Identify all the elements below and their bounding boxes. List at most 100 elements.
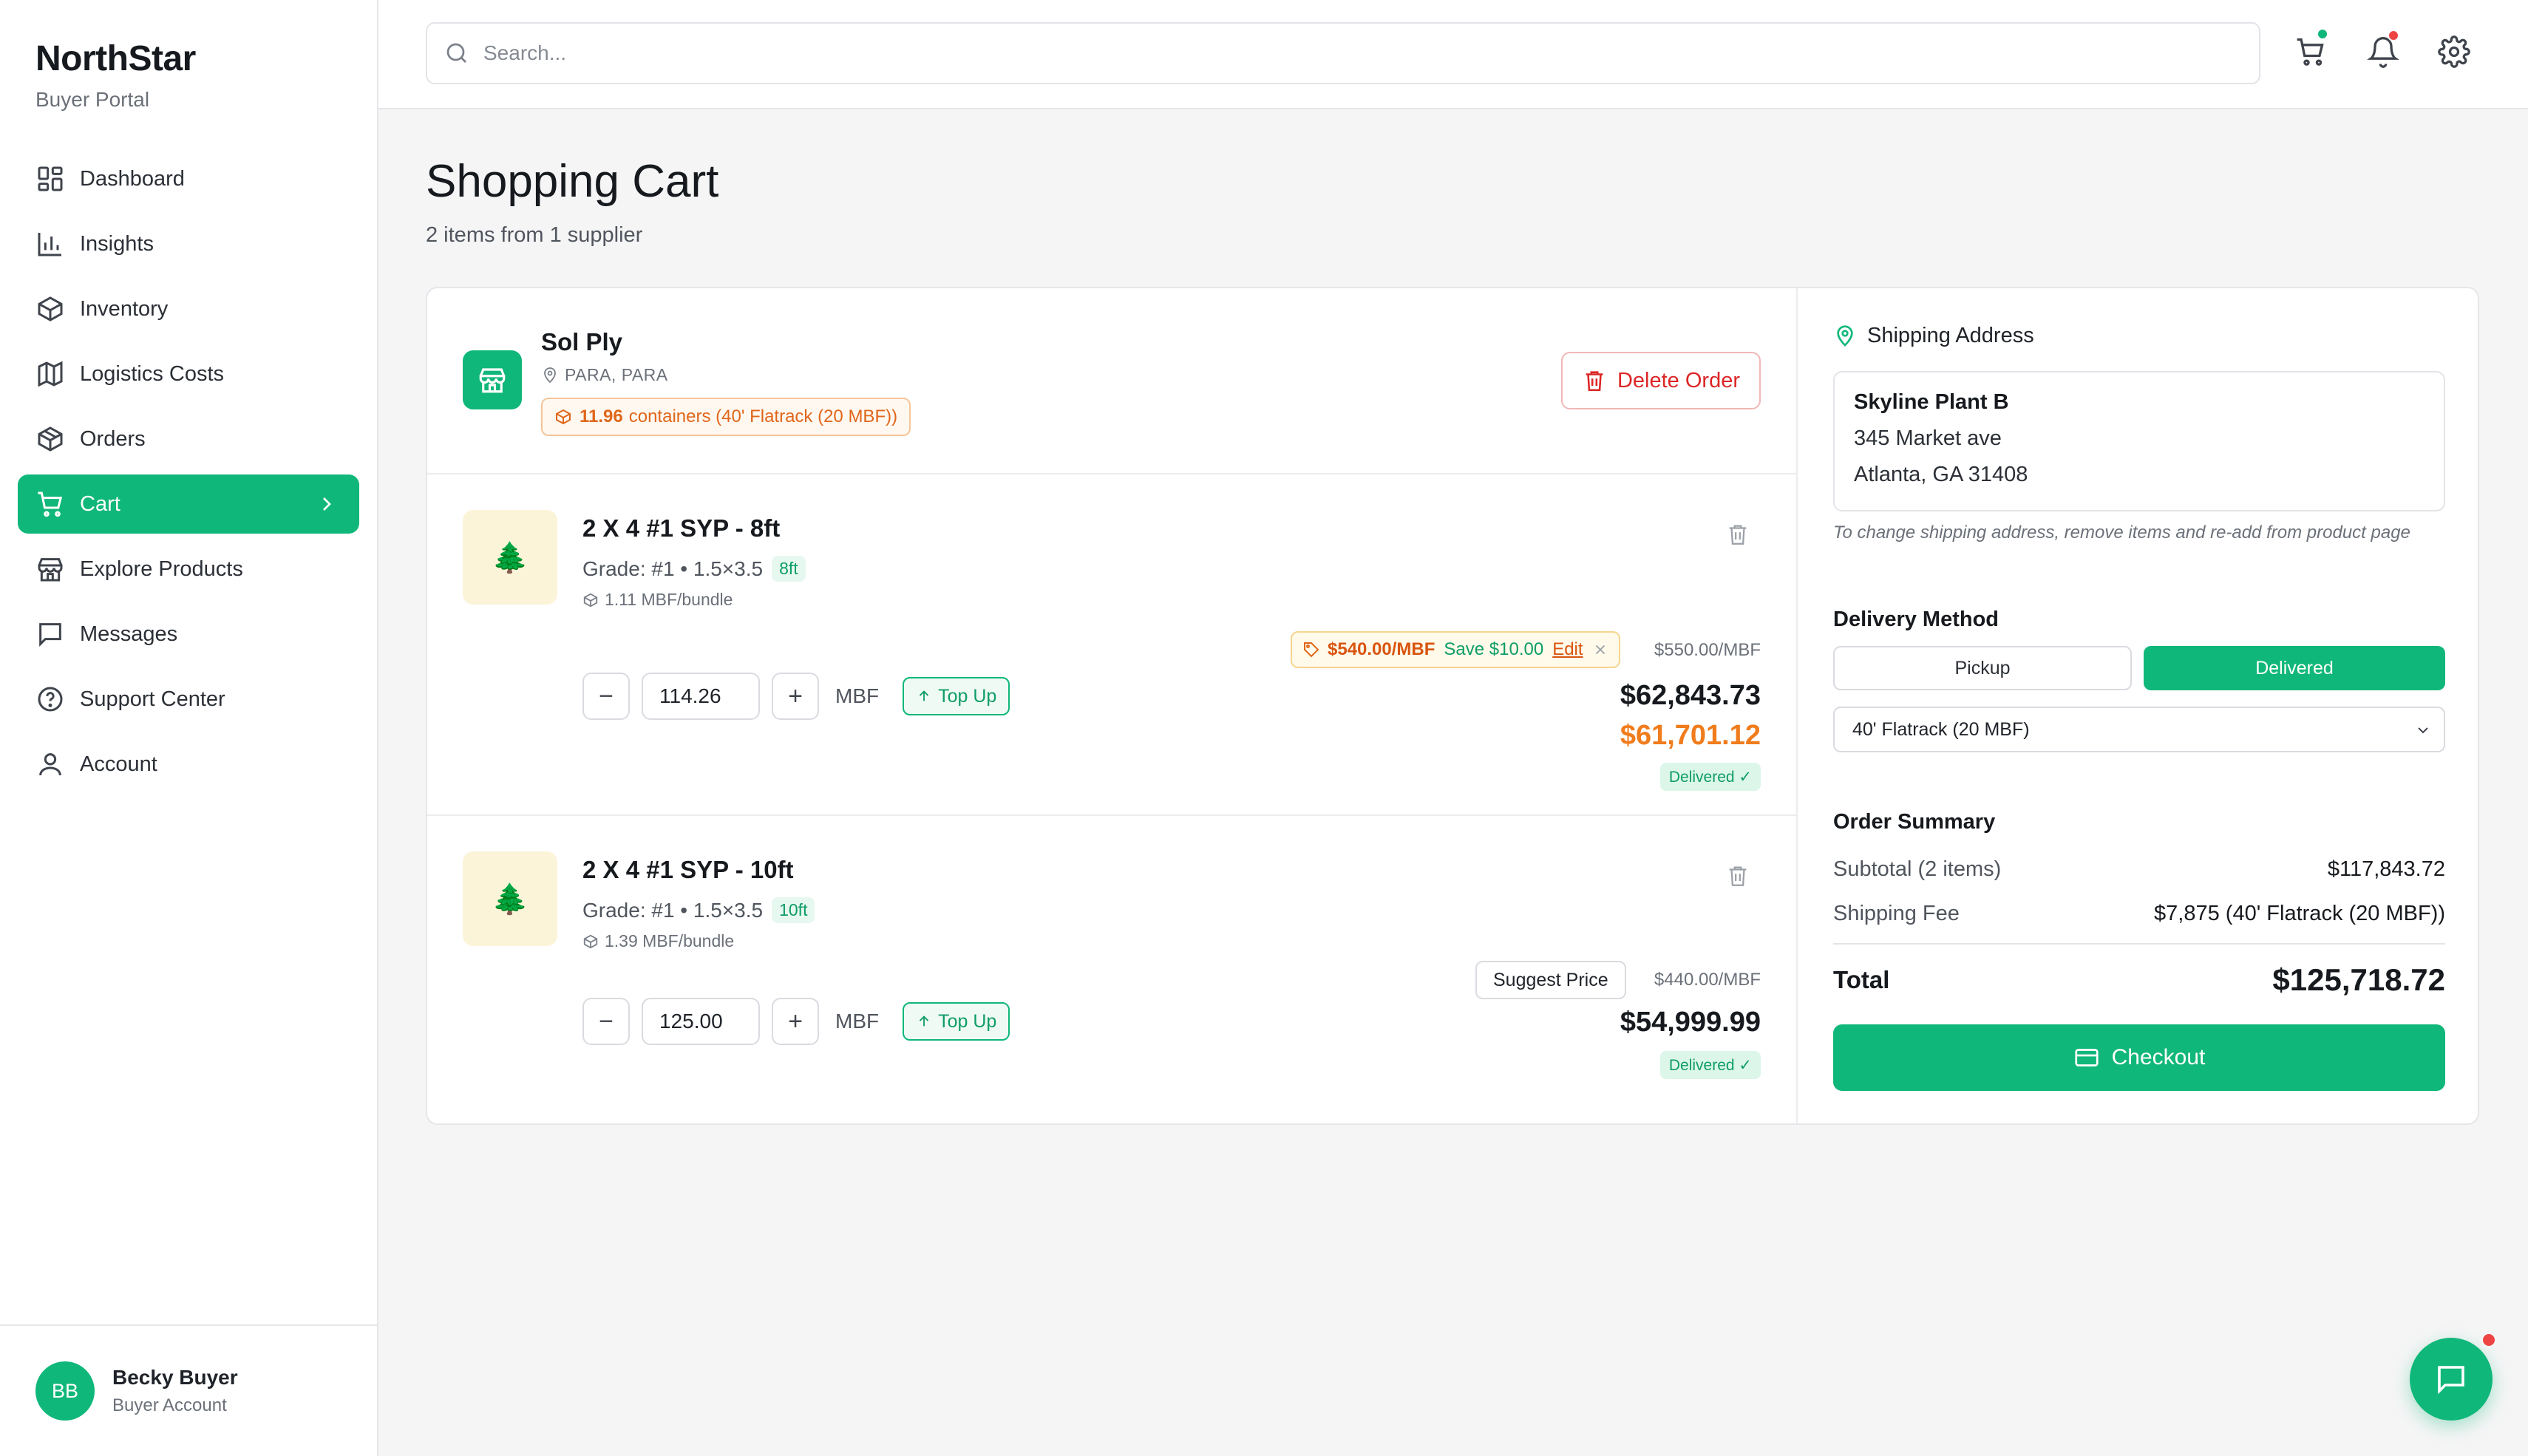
- shipping-address-title: Shipping Address: [1867, 324, 2034, 347]
- sidebar-item-label: Insights: [80, 231, 154, 256]
- remove-item-icon[interactable]: [1725, 522, 1750, 547]
- sidebar-item-explore-products[interactable]: Explore Products: [18, 540, 359, 599]
- help-circle-icon: [38, 687, 63, 712]
- total-label: Total: [1833, 966, 1890, 993]
- user-name: Becky Buyer: [112, 1366, 238, 1389]
- credit-card-icon: [2075, 1049, 2099, 1067]
- list-price: $550.00/MBF: [1654, 640, 1761, 660]
- address-line-1: 345 Market ave: [1854, 426, 2002, 450]
- notifications-button[interactable]: [2367, 30, 2399, 68]
- pine-tree-icon: 🌲: [492, 541, 529, 574]
- sidebar-item-orders[interactable]: Orders: [18, 409, 359, 469]
- cart-items-panel: Sol Ply PARA, PARA 11.96 containers (40'…: [427, 288, 1796, 1123]
- page-subtitle: 2 items from 1 supplier: [426, 223, 643, 247]
- close-icon[interactable]: [1592, 642, 1608, 658]
- offer-price: $540.00/MBF: [1328, 639, 1435, 659]
- sidebar-item-dashboard[interactable]: Dashboard: [18, 149, 359, 208]
- sidebar-item-label: Support Center: [80, 687, 225, 711]
- box-icon: [556, 409, 571, 425]
- chat-icon: [2438, 1366, 2464, 1395]
- sidebar-item-logistics-costs[interactable]: Logistics Costs: [18, 344, 359, 404]
- delivery-method-title: Delivery Method: [1833, 608, 1999, 631]
- increment-button[interactable]: +: [772, 673, 819, 720]
- product-thumbnail: 🌲: [463, 510, 557, 605]
- delete-order-label: Delete Order: [1617, 368, 1740, 392]
- sidebar-item-support-center[interactable]: Support Center: [18, 670, 359, 729]
- store-icon: [479, 368, 506, 393]
- container-text: containers (40' Flatrack (20 MBF)): [628, 406, 898, 426]
- cart-icon: [38, 491, 63, 517]
- shipping-fee-row: Shipping Fee $7,875 (40' Flatrack (20 MB…: [1833, 902, 2445, 926]
- item-grade-text: Grade: #1 • 1.5×3.5: [582, 898, 764, 922]
- map-pin-icon: [1837, 324, 1853, 347]
- cart-item: 🌲 2 X 4 #1 SYP - 8ft Grade: #1 • 1.5×3.5…: [427, 476, 1796, 816]
- supplier-header: Sol Ply PARA, PARA 11.96 containers (40'…: [427, 288, 1796, 474]
- pickup-option-button[interactable]: Pickup: [1833, 646, 2132, 690]
- list-price: $440.00/MBF: [1654, 970, 1761, 990]
- sidebar-item-cart[interactable]: Cart: [18, 474, 359, 534]
- status-badge: Delivered ✓: [1659, 763, 1761, 791]
- item-grade: Grade: #1 • 1.5×3.5 10ft: [582, 897, 815, 923]
- checkout-button[interactable]: Checkout: [1833, 1024, 2445, 1091]
- settings-button[interactable]: [2438, 35, 2470, 68]
- checkout-panel: Shipping Address Skyline Plant B 345 Mar…: [1796, 288, 2479, 1123]
- sidebar-item-account[interactable]: Account: [18, 735, 359, 794]
- sidebar-item-label: Explore Products: [80, 557, 243, 581]
- sidebar-item-label: Orders: [80, 426, 146, 451]
- arrow-up-icon: [919, 1016, 929, 1027]
- product-thumbnail: 🌲: [463, 851, 557, 946]
- delivered-option-button[interactable]: Delivered: [2144, 646, 2445, 690]
- box-icon: [583, 593, 598, 607]
- user-role: Buyer Account: [112, 1395, 227, 1415]
- checkout-label: Checkout: [2111, 1045, 2206, 1069]
- tag-icon: [1304, 642, 1319, 658]
- item-grade: Grade: #1 • 1.5×3.5 8ft: [582, 556, 806, 582]
- address-note: To change shipping address, remove items…: [1833, 523, 2410, 542]
- shipping-address-heading: Shipping Address: [1833, 324, 2034, 348]
- suggest-price-button[interactable]: Suggest Price: [1475, 961, 1626, 999]
- order-summary-title: Order Summary: [1833, 810, 1996, 834]
- top-up-button[interactable]: Top Up: [903, 677, 1010, 715]
- supplier-location-text: PARA, PARA: [565, 365, 668, 384]
- chat-button[interactable]: [2410, 1338, 2493, 1421]
- status-badge: Delivered ✓: [1659, 1051, 1761, 1079]
- quantity-input[interactable]: [642, 673, 760, 720]
- container-type-select[interactable]: 40' Flatrack (20 MBF): [1833, 707, 2445, 752]
- delete-order-button[interactable]: Delete Order: [1561, 352, 1761, 409]
- message-icon: [39, 623, 61, 647]
- search-input[interactable]: [483, 41, 2184, 65]
- summary-divider: [1833, 943, 2445, 945]
- edit-offer-link[interactable]: Edit: [1552, 639, 1583, 660]
- trash-icon: [1586, 371, 1603, 392]
- item-title: 2 X 4 #1 SYP - 10ft: [582, 856, 794, 883]
- top-up-button[interactable]: Top Up: [903, 1002, 1010, 1041]
- sidebar-item-label: Account: [80, 752, 157, 776]
- cart-button[interactable]: [2294, 28, 2328, 68]
- item-bundle: 1.39 MBF/bundle: [582, 931, 734, 951]
- page-title: Shopping Cart: [426, 156, 719, 207]
- brand-subtitle: Buyer Portal: [35, 88, 150, 111]
- increment-button[interactable]: +: [772, 998, 819, 1045]
- brand: NorthStar Buyer Portal: [35, 38, 196, 112]
- map-pin-icon: [544, 367, 556, 383]
- search-bar: [426, 22, 2260, 84]
- sidebar-item-label: Messages: [80, 622, 178, 646]
- arrow-up-icon: [919, 690, 929, 701]
- user-profile[interactable]: BB Becky Buyer Buyer Account: [0, 1324, 377, 1456]
- decrement-button[interactable]: −: [582, 998, 630, 1045]
- item-grade-text: Grade: #1 • 1.5×3.5: [582, 557, 764, 580]
- total-value: $125,718.72: [2272, 962, 2445, 997]
- sidebar-item-inventory[interactable]: Inventory: [18, 279, 359, 339]
- length-tag: 10ft: [772, 897, 815, 923]
- remove-item-icon[interactable]: [1725, 863, 1750, 888]
- decrement-button[interactable]: −: [582, 673, 630, 720]
- cart-item: 🌲 2 X 4 #1 SYP - 10ft Grade: #1 • 1.5×3.…: [427, 817, 1796, 1123]
- offer-savings: Save $10.00: [1444, 639, 1544, 659]
- quantity-input[interactable]: [642, 998, 760, 1045]
- sidebar-item-insights[interactable]: Insights: [18, 214, 359, 273]
- sidebar-item-messages[interactable]: Messages: [18, 605, 359, 664]
- supplier-badge: [463, 350, 522, 409]
- cart-indicator-dot: [2317, 28, 2328, 40]
- sidebar-item-label: Cart: [80, 491, 120, 516]
- unit-label: MBF: [835, 684, 880, 707]
